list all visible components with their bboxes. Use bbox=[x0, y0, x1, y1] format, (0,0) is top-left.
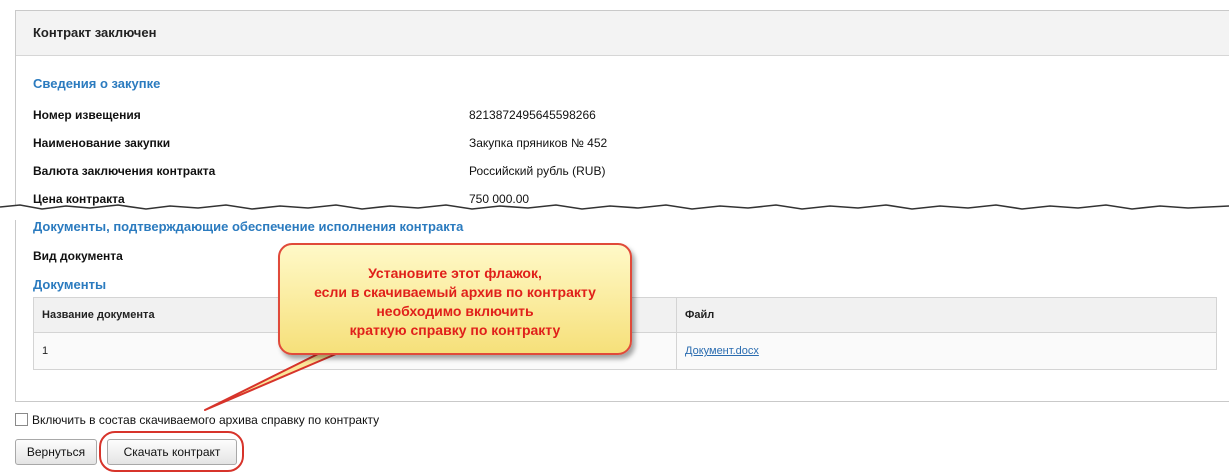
column-header-file: Файл bbox=[676, 297, 1217, 333]
purchase-name-value: Закупка пряников № 452 bbox=[469, 136, 608, 150]
currency-value: Российский рубль (RUB) bbox=[469, 164, 606, 178]
panel-title: Контракт заключен bbox=[16, 11, 1229, 56]
callout-line: необходимо включить bbox=[376, 303, 534, 319]
download-button-highlight-ring bbox=[99, 431, 244, 472]
notice-number-label: Номер извещения bbox=[33, 108, 141, 122]
torn-edge-divider bbox=[0, 204, 1229, 220]
callout-line: Установите этот флажок, bbox=[368, 265, 542, 281]
documents-title: Документы bbox=[33, 277, 107, 292]
security-docs-title: Документы, подтверждающие обеспечение ис… bbox=[33, 219, 464, 234]
callout-line: краткую справку по контракту bbox=[349, 322, 561, 338]
doc-type-label: Вид документа bbox=[33, 249, 123, 263]
document-file-cell: Документ.docx bbox=[676, 332, 1217, 370]
callout-line: если в скачиваемый архив по контракту bbox=[314, 284, 596, 300]
purchase-info-title: Сведения о закупке bbox=[33, 76, 161, 91]
include-summary-checkbox[interactable] bbox=[15, 413, 28, 426]
notice-number-value: 8213872495645598266 bbox=[469, 108, 596, 122]
purchase-name-label: Наименование закупки bbox=[33, 136, 171, 150]
currency-label: Валюта заключения контракта bbox=[33, 164, 216, 178]
include-summary-label[interactable]: Включить в состав скачиваемого архива сп… bbox=[32, 413, 379, 427]
hint-callout: Установите этот флажок, если в скачиваем… bbox=[278, 243, 632, 355]
back-button[interactable]: Вернуться bbox=[15, 439, 97, 465]
document-file-link[interactable]: Документ.docx bbox=[685, 345, 759, 357]
